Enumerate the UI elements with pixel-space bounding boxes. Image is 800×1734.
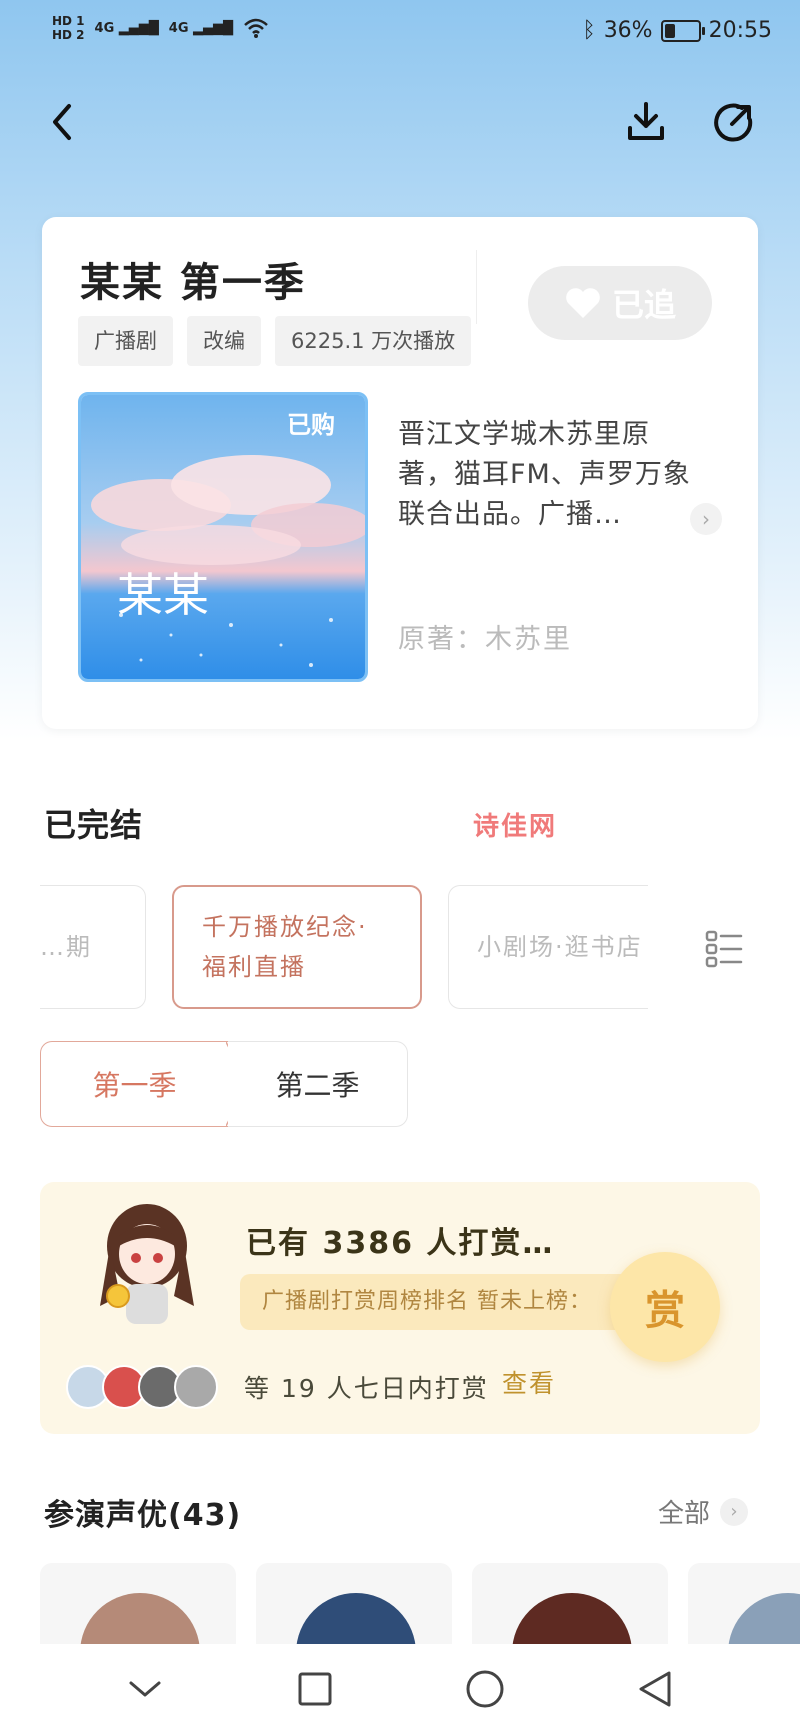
divider — [476, 250, 477, 324]
view-all-cast-link[interactable]: 全部 › — [658, 1493, 749, 1530]
episode-list-toggle[interactable] — [704, 928, 744, 968]
episode-card[interactable]: 小剧场·逛书店 — [448, 885, 648, 1009]
clock: 20:55 — [708, 18, 772, 43]
drama-description[interactable]: 晋江文学城木苏里原著，猫耳FM、声罗万象联合出品。广播… — [398, 415, 698, 535]
bluetooth-icon: ᛒ — [582, 18, 596, 43]
episode-card-selected[interactable]: 千万播放纪念·福利直播 — [172, 885, 422, 1009]
cast-section-title: 参演声优(43) — [44, 1498, 242, 1533]
episode-label: 小剧场·逛书店 — [477, 933, 643, 961]
nav-home-button[interactable] — [455, 1659, 515, 1719]
episode-label: 千万播放纪念·福利直播 — [202, 913, 368, 981]
square-icon — [298, 1672, 332, 1706]
cover-title: 某某 — [117, 568, 209, 622]
sim-indicator: HD 1 HD 2 — [52, 14, 85, 42]
watermark: 诗佳网 — [473, 812, 558, 842]
heart-icon — [566, 288, 600, 318]
follow-button[interactable]: 已追 — [528, 266, 712, 340]
tag-adaptation[interactable]: 改编 — [187, 316, 261, 366]
chevron-down-icon — [129, 1681, 161, 1697]
tag-list: 广播剧 改编 6225.1 万次播放 — [78, 316, 472, 366]
wifi-icon — [244, 18, 268, 38]
share-button[interactable] — [706, 94, 762, 150]
status-completed: 已完结 — [44, 806, 144, 844]
chevron-right-icon: › — [702, 507, 710, 531]
episode-label: …期 — [40, 933, 92, 961]
hd1-label: HD 1 — [52, 14, 85, 28]
network-2: 4G ▂▄▆█ — [168, 20, 234, 36]
battery-text: 36% — [603, 18, 653, 43]
purchased-badge: 已购 — [287, 411, 335, 439]
weekly-rank[interactable]: 广播剧打赏周榜排名 暂未上榜： — [240, 1274, 630, 1330]
episode-card[interactable]: …期 — [40, 885, 146, 1009]
back-arrow-icon — [53, 104, 71, 140]
season-label: 第二季 — [275, 1069, 360, 1102]
network-1: 4G ▂▄▆█ — [94, 20, 159, 36]
season-tab-2[interactable]: 第二季 — [228, 1041, 408, 1127]
chevron-right-icon: › — [720, 1497, 749, 1526]
season-label: 第一季 — [92, 1069, 177, 1102]
hd2-label: HD 2 — [52, 28, 85, 42]
download-icon — [628, 102, 664, 140]
list-view-icon — [705, 930, 743, 968]
share-icon — [714, 103, 753, 142]
nav-recents-button[interactable] — [285, 1659, 345, 1719]
author-label[interactable]: 原著：木苏里 — [398, 617, 572, 656]
view-all-label: 全部 — [658, 1499, 711, 1529]
reward-button[interactable]: 赏 — [610, 1252, 720, 1362]
follow-label: 已追 — [611, 286, 676, 324]
nav-back-button[interactable] — [625, 1659, 685, 1719]
status-bar: HD 1 HD 2 4G ▂▄▆█ 4G ▂▄▆█ ᛒ 36% 20:55 — [0, 0, 800, 70]
reward-button-label: 赏 — [645, 1288, 685, 1334]
avatar[interactable] — [174, 1365, 218, 1409]
tag-play-count: 6225.1 万次播放 — [275, 316, 472, 366]
view-rewards-link[interactable]: 查看 — [502, 1364, 556, 1404]
drama-title: 某某 第一季 — [80, 260, 306, 306]
expand-description-button[interactable]: › — [690, 503, 722, 535]
system-navigation-bar — [0, 1644, 800, 1734]
season-tab-1[interactable]: 第一季 — [40, 1041, 228, 1127]
chibi-mascot — [100, 1204, 194, 1324]
back-button[interactable] — [34, 94, 90, 150]
circle-icon — [466, 1670, 504, 1708]
tag-category[interactable]: 广播剧 — [78, 316, 173, 366]
triangle-back-icon — [639, 1671, 671, 1707]
battery-icon — [660, 19, 705, 42]
download-button[interactable] — [618, 94, 674, 150]
reward-count-title[interactable]: 已有 3386 人打赏… — [246, 1218, 554, 1262]
cover-image[interactable]: 已购 某某 — [78, 392, 368, 682]
reward-summary: 等 19 人七日内打赏 — [244, 1374, 489, 1403]
nav-hide-button[interactable] — [115, 1659, 175, 1719]
